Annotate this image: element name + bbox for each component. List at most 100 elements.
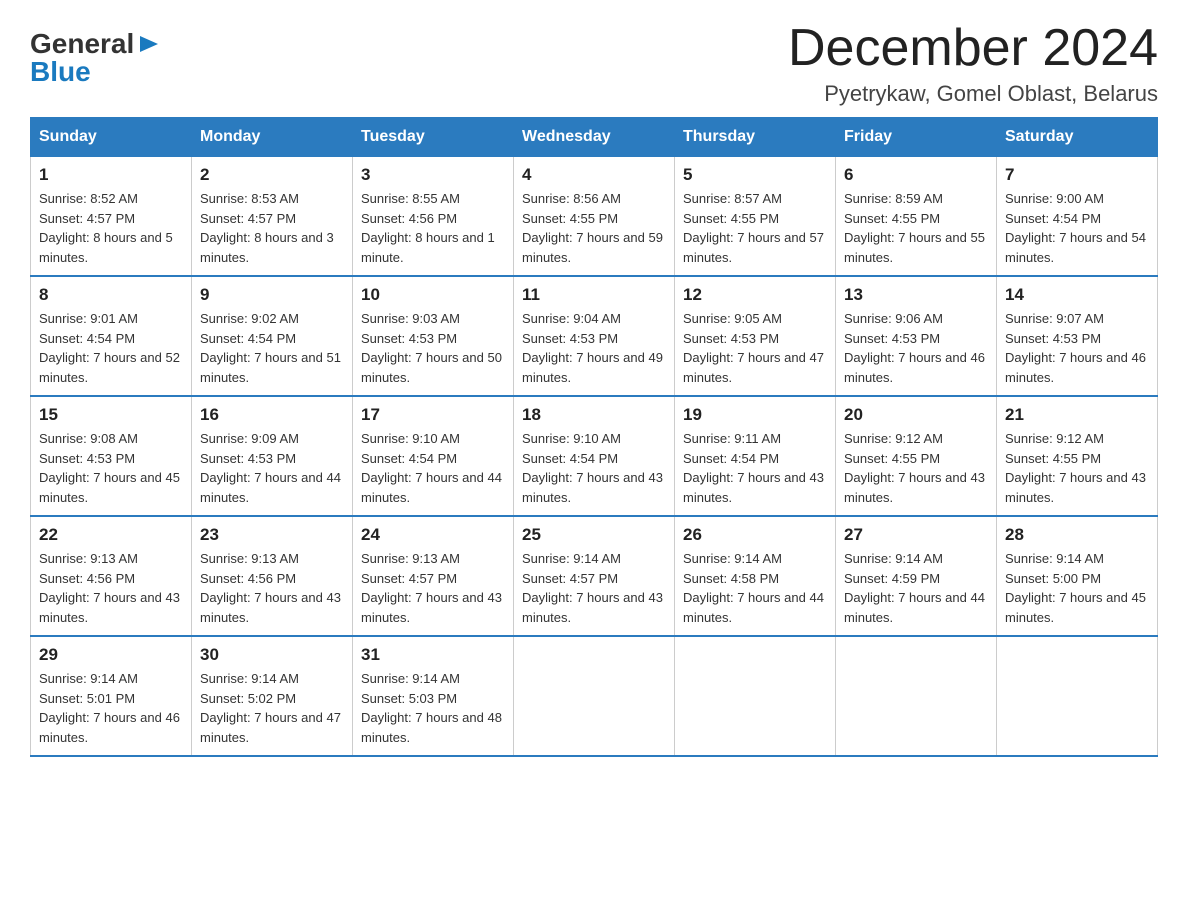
calendar-cell: 22 Sunrise: 9:13 AM Sunset: 4:56 PM Dayl… [31,516,192,636]
day-info: Sunrise: 9:05 AM Sunset: 4:53 PM Dayligh… [683,309,827,387]
logo-arrow-icon [136,30,164,58]
calendar-cell: 7 Sunrise: 9:00 AM Sunset: 4:54 PM Dayli… [997,157,1158,277]
calendar-week-row-3: 15 Sunrise: 9:08 AM Sunset: 4:53 PM Dayl… [31,396,1158,516]
calendar-cell: 20 Sunrise: 9:12 AM Sunset: 4:55 PM Dayl… [836,396,997,516]
calendar-week-row-5: 29 Sunrise: 9:14 AM Sunset: 5:01 PM Dayl… [31,636,1158,756]
calendar-cell: 2 Sunrise: 8:53 AM Sunset: 4:57 PM Dayli… [192,157,353,277]
day-number: 22 [39,525,183,545]
day-info: Sunrise: 8:57 AM Sunset: 4:55 PM Dayligh… [683,189,827,267]
day-number: 15 [39,405,183,425]
day-info: Sunrise: 9:04 AM Sunset: 4:53 PM Dayligh… [522,309,666,387]
calendar-cell: 13 Sunrise: 9:06 AM Sunset: 4:53 PM Dayl… [836,276,997,396]
calendar-cell: 9 Sunrise: 9:02 AM Sunset: 4:54 PM Dayli… [192,276,353,396]
calendar-cell [836,636,997,756]
logo-general: General [30,30,134,58]
day-number: 21 [1005,405,1149,425]
day-number: 16 [200,405,344,425]
day-info: Sunrise: 9:07 AM Sunset: 4:53 PM Dayligh… [1005,309,1149,387]
day-number: 28 [1005,525,1149,545]
day-number: 27 [844,525,988,545]
calendar-cell: 10 Sunrise: 9:03 AM Sunset: 4:53 PM Dayl… [353,276,514,396]
calendar-cell: 25 Sunrise: 9:14 AM Sunset: 4:57 PM Dayl… [514,516,675,636]
day-number: 14 [1005,285,1149,305]
day-info: Sunrise: 9:14 AM Sunset: 5:00 PM Dayligh… [1005,549,1149,627]
calendar-header-tuesday: Tuesday [353,118,514,157]
calendar-cell [675,636,836,756]
day-number: 1 [39,165,183,185]
calendar-cell: 5 Sunrise: 8:57 AM Sunset: 4:55 PM Dayli… [675,157,836,277]
calendar-cell: 29 Sunrise: 9:14 AM Sunset: 5:01 PM Dayl… [31,636,192,756]
day-number: 4 [522,165,666,185]
title-block: December 2024 Pyetrykaw, Gomel Oblast, B… [788,20,1158,107]
calendar-cell: 11 Sunrise: 9:04 AM Sunset: 4:53 PM Dayl… [514,276,675,396]
logo: General Blue [30,30,164,86]
calendar-cell: 4 Sunrise: 8:56 AM Sunset: 4:55 PM Dayli… [514,157,675,277]
calendar-cell: 16 Sunrise: 9:09 AM Sunset: 4:53 PM Dayl… [192,396,353,516]
day-number: 11 [522,285,666,305]
day-info: Sunrise: 9:13 AM Sunset: 4:56 PM Dayligh… [200,549,344,627]
day-info: Sunrise: 9:02 AM Sunset: 4:54 PM Dayligh… [200,309,344,387]
day-info: Sunrise: 8:53 AM Sunset: 4:57 PM Dayligh… [200,189,344,267]
calendar-cell: 12 Sunrise: 9:05 AM Sunset: 4:53 PM Dayl… [675,276,836,396]
day-info: Sunrise: 9:06 AM Sunset: 4:53 PM Dayligh… [844,309,988,387]
calendar-table: SundayMondayTuesdayWednesdayThursdayFrid… [30,117,1158,757]
day-info: Sunrise: 9:12 AM Sunset: 4:55 PM Dayligh… [1005,429,1149,507]
calendar-cell: 14 Sunrise: 9:07 AM Sunset: 4:53 PM Dayl… [997,276,1158,396]
day-info: Sunrise: 8:56 AM Sunset: 4:55 PM Dayligh… [522,189,666,267]
day-number: 6 [844,165,988,185]
day-number: 8 [39,285,183,305]
calendar-cell: 23 Sunrise: 9:13 AM Sunset: 4:56 PM Dayl… [192,516,353,636]
day-number: 13 [844,285,988,305]
day-number: 26 [683,525,827,545]
calendar-cell: 31 Sunrise: 9:14 AM Sunset: 5:03 PM Dayl… [353,636,514,756]
day-number: 5 [683,165,827,185]
day-info: Sunrise: 9:03 AM Sunset: 4:53 PM Dayligh… [361,309,505,387]
day-number: 12 [683,285,827,305]
calendar-cell: 18 Sunrise: 9:10 AM Sunset: 4:54 PM Dayl… [514,396,675,516]
day-number: 17 [361,405,505,425]
day-info: Sunrise: 9:08 AM Sunset: 4:53 PM Dayligh… [39,429,183,507]
calendar-cell: 26 Sunrise: 9:14 AM Sunset: 4:58 PM Dayl… [675,516,836,636]
day-info: Sunrise: 8:59 AM Sunset: 4:55 PM Dayligh… [844,189,988,267]
day-number: 20 [844,405,988,425]
day-info: Sunrise: 9:14 AM Sunset: 4:58 PM Dayligh… [683,549,827,627]
day-number: 7 [1005,165,1149,185]
calendar-week-row-2: 8 Sunrise: 9:01 AM Sunset: 4:54 PM Dayli… [31,276,1158,396]
calendar-header-thursday: Thursday [675,118,836,157]
day-info: Sunrise: 9:11 AM Sunset: 4:54 PM Dayligh… [683,429,827,507]
day-number: 9 [200,285,344,305]
day-info: Sunrise: 9:10 AM Sunset: 4:54 PM Dayligh… [361,429,505,507]
calendar-cell: 28 Sunrise: 9:14 AM Sunset: 5:00 PM Dayl… [997,516,1158,636]
day-info: Sunrise: 9:14 AM Sunset: 4:57 PM Dayligh… [522,549,666,627]
calendar-header-monday: Monday [192,118,353,157]
logo-blue: Blue [30,56,91,87]
calendar-header-friday: Friday [836,118,997,157]
day-info: Sunrise: 9:14 AM Sunset: 5:03 PM Dayligh… [361,669,505,747]
calendar-header-row: SundayMondayTuesdayWednesdayThursdayFrid… [31,118,1158,157]
day-info: Sunrise: 9:01 AM Sunset: 4:54 PM Dayligh… [39,309,183,387]
location-title: Pyetrykaw, Gomel Oblast, Belarus [788,81,1158,107]
day-number: 19 [683,405,827,425]
day-number: 18 [522,405,666,425]
calendar-header-sunday: Sunday [31,118,192,157]
day-info: Sunrise: 9:00 AM Sunset: 4:54 PM Dayligh… [1005,189,1149,267]
day-number: 30 [200,645,344,665]
day-info: Sunrise: 9:09 AM Sunset: 4:53 PM Dayligh… [200,429,344,507]
calendar-week-row-1: 1 Sunrise: 8:52 AM Sunset: 4:57 PM Dayli… [31,157,1158,277]
calendar-cell: 15 Sunrise: 9:08 AM Sunset: 4:53 PM Dayl… [31,396,192,516]
day-info: Sunrise: 8:55 AM Sunset: 4:56 PM Dayligh… [361,189,505,267]
calendar-cell: 19 Sunrise: 9:11 AM Sunset: 4:54 PM Dayl… [675,396,836,516]
day-info: Sunrise: 9:14 AM Sunset: 4:59 PM Dayligh… [844,549,988,627]
day-number: 24 [361,525,505,545]
calendar-cell: 24 Sunrise: 9:13 AM Sunset: 4:57 PM Dayl… [353,516,514,636]
calendar-cell: 17 Sunrise: 9:10 AM Sunset: 4:54 PM Dayl… [353,396,514,516]
day-info: Sunrise: 9:12 AM Sunset: 4:55 PM Dayligh… [844,429,988,507]
day-number: 23 [200,525,344,545]
day-info: Sunrise: 9:14 AM Sunset: 5:02 PM Dayligh… [200,669,344,747]
calendar-cell: 3 Sunrise: 8:55 AM Sunset: 4:56 PM Dayli… [353,157,514,277]
day-info: Sunrise: 9:13 AM Sunset: 4:57 PM Dayligh… [361,549,505,627]
calendar-week-row-4: 22 Sunrise: 9:13 AM Sunset: 4:56 PM Dayl… [31,516,1158,636]
calendar-cell: 8 Sunrise: 9:01 AM Sunset: 4:54 PM Dayli… [31,276,192,396]
calendar-cell: 21 Sunrise: 9:12 AM Sunset: 4:55 PM Dayl… [997,396,1158,516]
day-number: 2 [200,165,344,185]
